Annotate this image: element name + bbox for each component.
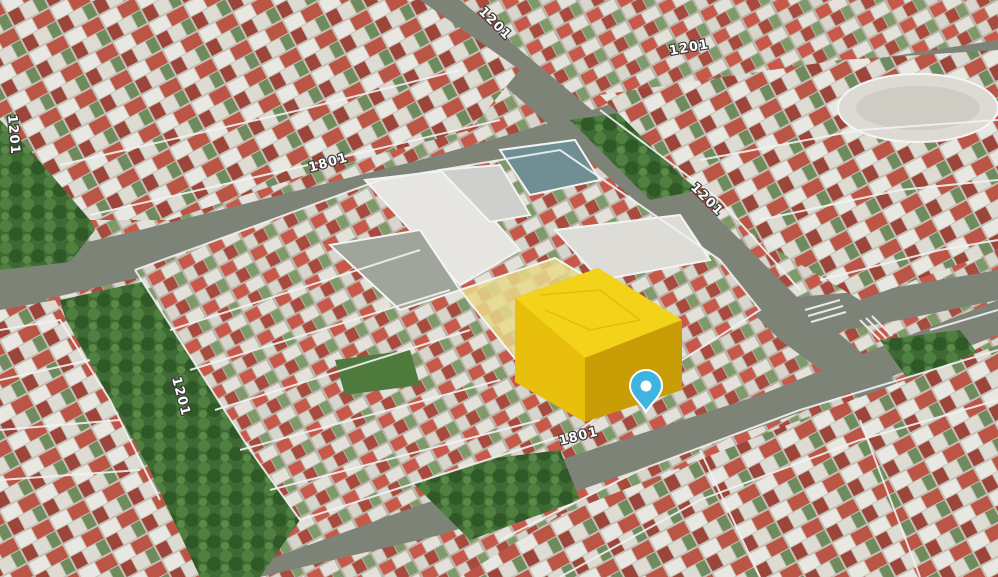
stadium xyxy=(837,73,998,143)
map-canvas[interactable]: 1801 1801 1201 1201 1201 1201 1201 xyxy=(0,0,998,577)
